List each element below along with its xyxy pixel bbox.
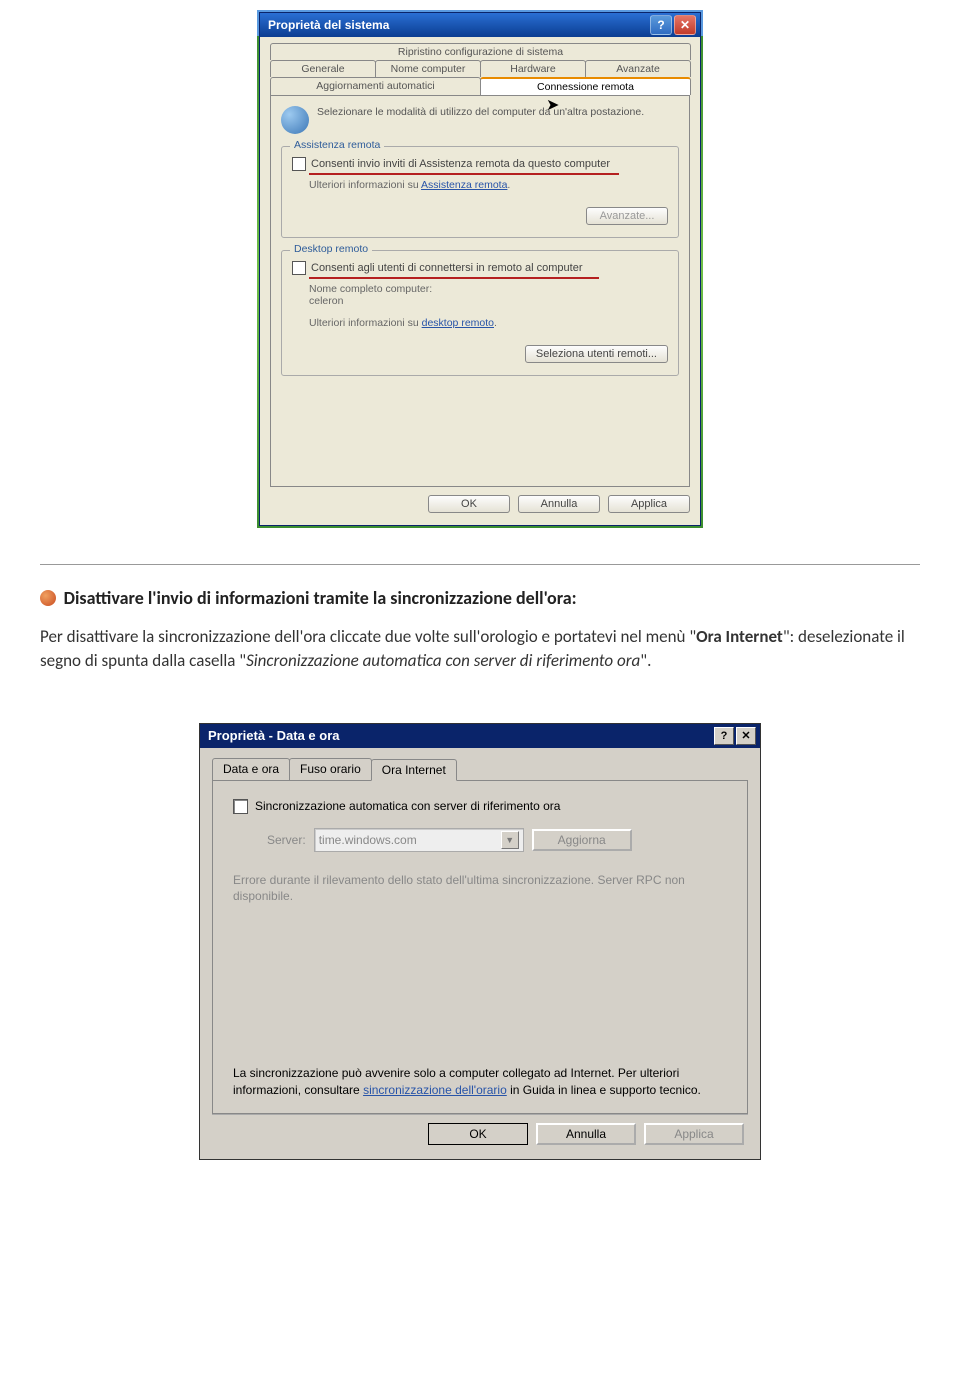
tab-timezone[interactable]: Fuso orario [289, 758, 372, 780]
tab-internet-time[interactable]: Ora Internet [371, 759, 457, 781]
screenshot-system-properties: Proprietà del sistema ? ✕ Ripristino con… [257, 10, 703, 528]
tab-panel-remote: ➤ Selezionare le modalità di utilizzo de… [270, 95, 690, 487]
group-remote-assistance: Assistenza remota Consenti invio inviti … [281, 146, 679, 238]
link-remote-desktop[interactable]: desktop remoto [422, 317, 494, 329]
tab-auto-updates[interactable]: Aggiornamenti automatici [270, 77, 481, 95]
server-select[interactable]: time.windows.com ▼ [314, 828, 524, 852]
info-text: Ulteriori informazioni su Assistenza rem… [309, 179, 668, 191]
divider [40, 564, 920, 565]
paragraph: Per disattivare la sincronizzazione dell… [40, 625, 920, 673]
tab-hardware[interactable]: Hardware [480, 60, 586, 77]
ok-button[interactable]: OK [428, 1123, 528, 1145]
dialog-system-properties: Proprietà del sistema ? ✕ Ripristino con… [259, 12, 701, 526]
link-remote-assistance[interactable]: Assistenza remota [421, 179, 507, 191]
group-title: Desktop remoto [290, 243, 372, 255]
tab-advanced[interactable]: Avanzate [585, 60, 691, 77]
close-button[interactable]: ✕ [736, 727, 756, 745]
ok-button[interactable]: OK [428, 495, 510, 513]
dialog-date-time: Proprietà - Data e ora ? ✕ Data e ora Fu… [199, 723, 761, 1160]
apply-button[interactable]: Applica [644, 1123, 744, 1145]
tab-panel-internet-time: Sincronizzazione automatica con server d… [212, 781, 748, 1114]
advanced-button[interactable]: Avanzate... [586, 207, 668, 225]
link-time-sync[interactable]: sincronizzazione dell'orario [363, 1083, 507, 1097]
titlebar: Proprietà - Data e ora ? ✕ [200, 724, 760, 748]
update-button[interactable]: Aggiorna [532, 829, 632, 851]
group-title: Assistenza remota [290, 139, 384, 151]
remote-icon [281, 106, 309, 134]
error-text: Errore durante il rilevamento dello stat… [233, 872, 727, 906]
select-remote-users-button[interactable]: Seleziona utenti remoti... [525, 345, 668, 363]
apply-button[interactable]: Applica [608, 495, 690, 513]
section-heading: Disattivare l'invio di informazioni tram… [40, 587, 920, 609]
window-title: Proprietà del sistema [268, 18, 389, 32]
footer-text: La sincronizzazione può avvenire solo a … [233, 1065, 727, 1099]
checkbox-auto-sync[interactable] [233, 799, 248, 814]
titlebar: Proprietà del sistema ? ✕ [260, 13, 700, 37]
annotation-underline [309, 277, 599, 279]
bullet-icon [40, 590, 56, 606]
cancel-button[interactable]: Annulla [518, 495, 600, 513]
info-text: Ulteriori informazioni su desktop remoto… [309, 317, 668, 329]
tab-remote-connection[interactable]: Connessione remota [480, 77, 691, 95]
checkbox-label: Consenti agli utenti di connettersi in r… [311, 262, 582, 274]
cancel-button[interactable]: Annulla [536, 1123, 636, 1145]
tab-date-time[interactable]: Data e ora [212, 758, 290, 780]
computer-name-value: celeron [309, 295, 668, 307]
checkbox-remote-desktop[interactable] [292, 261, 306, 275]
server-label: Server: [267, 833, 306, 847]
checkbox-label: Sincronizzazione automatica con server d… [255, 799, 560, 813]
intro-text: Selezionare le modalità di utilizzo del … [317, 106, 644, 134]
computer-name-label: Nome completo computer: [309, 283, 668, 295]
help-button[interactable]: ? [650, 15, 672, 35]
checkbox-remote-assistance[interactable] [292, 157, 306, 171]
tab-system-restore[interactable]: Ripristino configurazione di sistema [270, 43, 691, 60]
window-title: Proprietà - Data e ora [208, 728, 340, 743]
tab-general[interactable]: Generale [270, 60, 376, 77]
server-value: time.windows.com [319, 833, 417, 847]
chevron-down-icon: ▼ [501, 831, 519, 849]
annotation-underline [309, 173, 619, 175]
checkbox-label: Consenti invio inviti di Assistenza remo… [311, 158, 610, 170]
help-button[interactable]: ? [714, 727, 734, 745]
group-remote-desktop: Desktop remoto Consenti agli utenti di c… [281, 250, 679, 376]
close-button[interactable]: ✕ [674, 15, 696, 35]
tab-computer-name[interactable]: Nome computer [375, 60, 481, 77]
